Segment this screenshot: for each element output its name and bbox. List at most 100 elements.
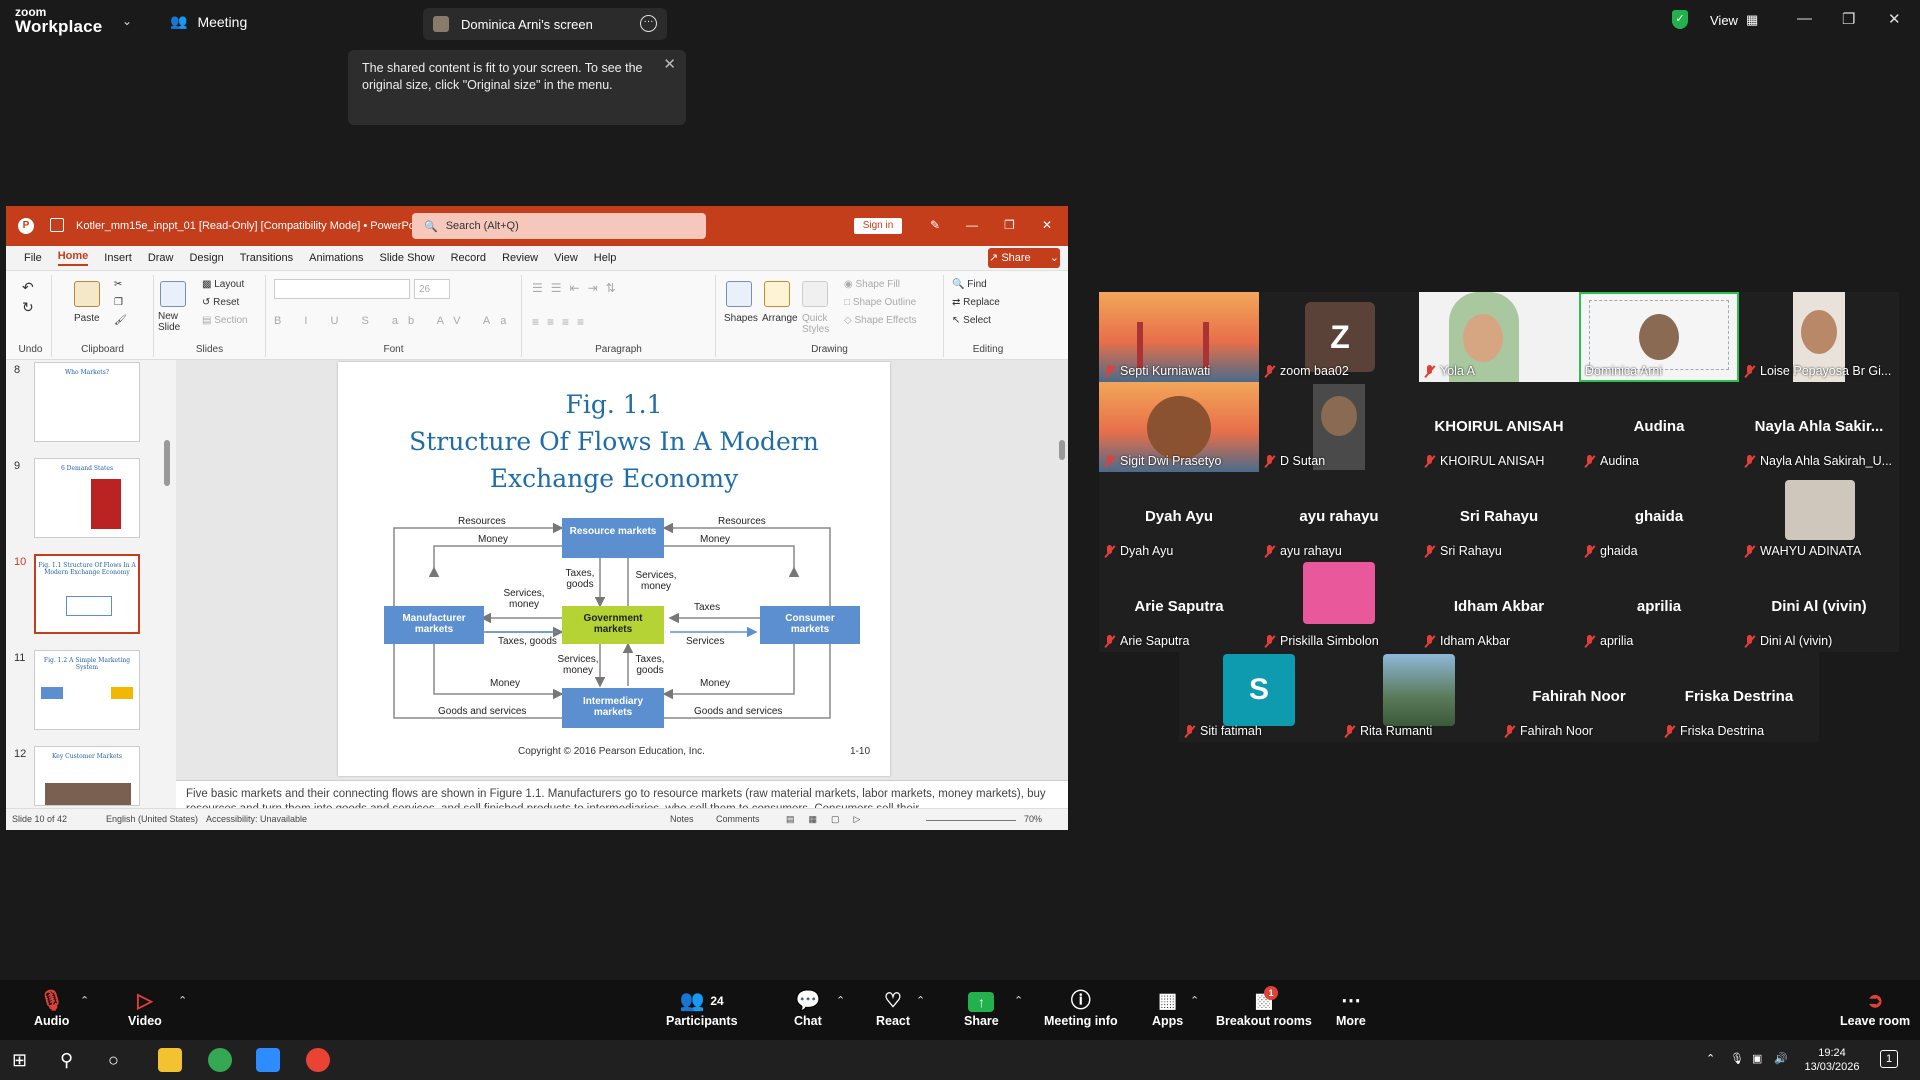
new-slide-icon[interactable] [160,281,186,307]
menu-transitions[interactable]: Transitions [240,252,293,264]
chevron-up-icon[interactable]: ⌃ [1190,994,1199,1007]
chrome-icon[interactable] [208,1048,232,1072]
more-button[interactable]: ⋯ More [1336,988,1366,1028]
zoom-level[interactable]: 70% [1024,814,1042,824]
participant-tile[interactable]: Sigit Dwi Prasetyo [1099,382,1259,472]
volume-icon[interactable]: 🔊 [1774,1052,1788,1066]
undo-icon[interactable]: ↶ [22,279,34,296]
find-button[interactable]: 🔍 Find [952,279,987,290]
menu-file[interactable]: File [24,252,42,264]
shapes-icon[interactable] [726,281,752,307]
thumbnail-scrollbar[interactable] [162,360,172,806]
participant-tile[interactable]: ghaida ghaida [1579,472,1739,562]
menu-help[interactable]: Help [594,252,617,264]
video-button[interactable]: ▷ Video [128,988,162,1028]
search-icon[interactable]: ⚲ [60,1048,84,1072]
restore-icon[interactable]: ❐ [1004,218,1015,232]
participant-tile[interactable]: Z zoom baa02 [1259,292,1419,382]
participant-tile[interactable]: Nayla Ahla Sakir... Nayla Ahla Sakirah_U… [1739,382,1899,472]
list-icons[interactable]: ☰☰⇤⇥⇅ [532,281,624,295]
notification-icon[interactable]: 1 [1880,1050,1898,1068]
restore-icon[interactable]: ❐ [1842,10,1855,28]
participant-tile-active-speaker[interactable]: Dominica Arni [1579,292,1739,382]
menu-review[interactable]: Review [502,252,538,264]
slide-thumbnail[interactable]: 6 Demand States [34,458,140,538]
chevron-down-icon[interactable]: ⌄ [122,14,132,28]
zoom-app-icon[interactable] [256,1048,280,1072]
meeting-tab[interactable]: 👥 Meeting [170,13,247,30]
zoom-slider[interactable] [926,820,1016,821]
arrange-icon[interactable] [764,281,790,307]
chat-button[interactable]: 💬 Chat [794,988,822,1028]
replace-button[interactable]: ⇄ Replace [952,297,1000,308]
quick-styles-icon[interactable] [802,281,828,307]
participant-tile[interactable]: Priskilla Simbolon [1259,562,1419,652]
participant-tile[interactable]: Idham Akbar Idham Akbar [1419,562,1579,652]
participant-tile[interactable]: KHOIRUL ANISAH KHOIRUL ANISAH [1419,382,1579,472]
participant-tile[interactable]: WAHYU ADINATA [1739,472,1899,562]
section-button[interactable]: ▤ Section [202,315,248,326]
participant-tile[interactable]: D Sutan [1259,382,1419,472]
menu-animations[interactable]: Animations [309,252,363,264]
language-status[interactable]: English (United States) [106,814,198,824]
menu-design[interactable]: Design [189,252,223,264]
chevron-up-icon[interactable]: ⌃ [80,994,89,1007]
slide-scrollbar[interactable] [1056,360,1068,780]
ppt-search-box[interactable]: 🔍 Search (Alt+Q) [412,213,706,239]
participant-tile[interactable]: Rita Rumanti [1339,652,1499,742]
share-button[interactable]: ↑ Share [964,988,999,1028]
shape-outline-button[interactable]: □ Shape Outline [844,297,916,308]
menu-record[interactable]: Record [451,252,486,264]
notes-button[interactable]: Notes [670,814,694,824]
view-button[interactable]: View ▦ [1710,12,1758,28]
participant-tile[interactable]: Loise Pepayosa Br Gi... [1739,292,1899,382]
close-icon[interactable]: ✕ [1042,218,1052,232]
save-icon[interactable] [50,218,64,232]
new-slide-label[interactable]: New Slide [158,311,190,333]
cut-icon[interactable]: ✂ [114,279,122,290]
view-mode-icons[interactable]: ▤▦▢▷ [786,814,874,825]
chrome-icon[interactable] [306,1048,330,1072]
breakout-rooms-button[interactable]: ▩ 1 Breakout rooms [1216,986,1312,1028]
arrange-label[interactable]: Arrange [762,313,798,324]
participant-tile[interactable]: S Siti fatimah [1179,652,1339,742]
slide-thumbnail[interactable]: Fig. 1.2 A Simple Marketing System [34,650,140,730]
participant-tile[interactable]: Sri Rahayu Sri Rahayu [1419,472,1579,562]
participant-tile[interactable]: Dyah Ayu Dyah Ayu [1099,472,1259,562]
font-name-field[interactable] [274,279,410,299]
reset-button[interactable]: ↺ Reset [202,297,239,308]
leave-room-button[interactable]: ➲ Leave room [1840,988,1910,1028]
encryption-shield-icon[interactable]: ✓ [1672,10,1688,29]
participant-tile[interactable]: Dini Al (vivin) Dini Al (vivin) [1739,562,1899,652]
scroll-thumb[interactable] [1059,440,1065,460]
quick-styles-label[interactable]: Quick Styles [802,313,836,335]
windows-start-icon[interactable]: ⊞ [12,1048,36,1072]
participant-tile[interactable]: Yola A [1419,292,1579,382]
paste-icon[interactable] [74,281,100,307]
comments-button[interactable]: Comments [716,814,760,824]
participant-tile[interactable]: ayu rahayu ayu rahayu [1259,472,1419,562]
copy-icon[interactable]: ❐ [114,297,123,308]
minimize-icon[interactable]: — [966,218,978,232]
menu-home[interactable]: Home [57,250,89,266]
font-size-field[interactable]: 26 [414,279,450,299]
participants-button[interactable]: 👥 24 Participants [666,988,738,1028]
slide-thumbnail[interactable]: Key Customer Markets [34,746,140,806]
close-icon[interactable]: ✕ [1888,10,1901,28]
chevron-up-icon[interactable]: ⌃ [1014,994,1023,1007]
format-painter-icon[interactable]: 🖌 [114,315,127,326]
paste-label[interactable]: Paste [74,313,100,324]
menu-slide-show[interactable]: Slide Show [380,252,435,264]
task-view-icon[interactable]: ○ [108,1048,132,1072]
audio-button[interactable]: 🎙 Audio [34,988,69,1028]
participant-tile[interactable]: Audina Audina [1579,382,1739,472]
close-icon[interactable]: ✕ [663,56,676,73]
slide-thumbnail[interactable]: Who Markets? [34,362,140,442]
redo-icon[interactable]: ↻ [22,299,34,316]
shapes-label[interactable]: Shapes [724,313,758,324]
chevron-up-icon[interactable]: ⌃ [836,994,845,1007]
select-button[interactable]: ↖ Select [952,315,991,326]
ppt-share-button[interactable]: ↗ Share ⌄ [988,248,1060,268]
menu-insert[interactable]: Insert [104,252,132,264]
layout-button[interactable]: ▩ Layout [202,279,244,290]
